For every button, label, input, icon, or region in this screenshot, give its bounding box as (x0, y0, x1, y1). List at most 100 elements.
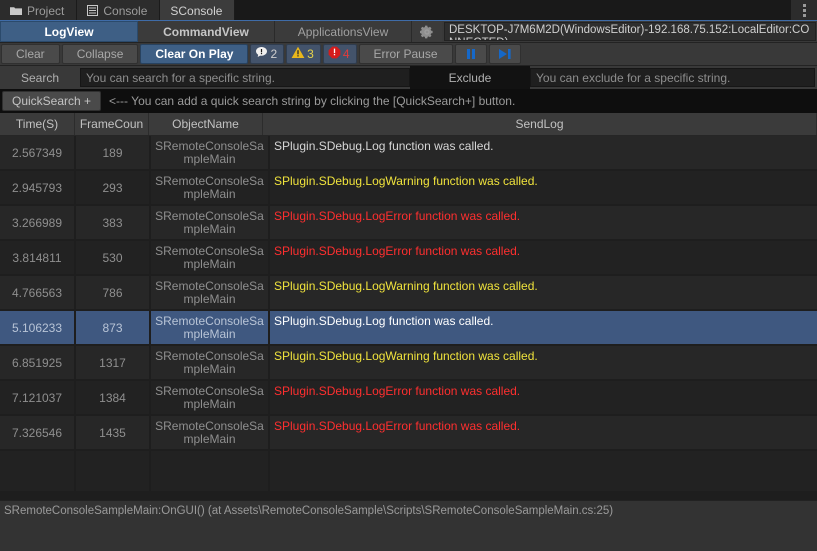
window-tab-project[interactable]: Project (0, 0, 77, 21)
window-tab-console[interactable]: Console (77, 0, 160, 21)
cell-object: SRemoteConsoleSampleMain (151, 241, 270, 276)
window-tab-label: Project (27, 4, 64, 18)
step-forward-icon (497, 48, 513, 60)
table-row[interactable]: 4.766563786SRemoteConsoleSampleMainSPlug… (0, 276, 817, 311)
window-tab-label: Console (103, 4, 147, 18)
cell-time: 6.851925 (0, 346, 76, 381)
warning-count: 3 (307, 47, 314, 61)
gear-icon[interactable] (412, 21, 442, 42)
log-count-badge[interactable]: 2 (250, 44, 284, 64)
table-row[interactable]: 5.106233873SRemoteConsoleSampleMainSPlug… (0, 311, 817, 346)
cell-frame: 786 (76, 276, 151, 311)
more-options-icon[interactable] (791, 0, 817, 21)
cell-time: 2.567349 (0, 136, 76, 171)
error-count-badge[interactable]: 4 (323, 44, 357, 64)
tab-logview[interactable]: LogView (0, 21, 138, 42)
cell-time: 4.766563 (0, 276, 76, 311)
log-toolbar: Clear Collapse Clear On Play 2 3 (0, 43, 817, 66)
active-tab-underline (0, 20, 817, 21)
cell-sendlog: SPlugin.SDebug.Log function was called. (270, 136, 817, 171)
column-header-frame[interactable]: FrameCoun (75, 113, 149, 135)
cell-frame: 383 (76, 206, 151, 241)
window-tab-bar: Project Console SConsole (0, 0, 817, 21)
cell-frame: 530 (76, 241, 151, 276)
table-row[interactable]: 3.266989383SRemoteConsoleSampleMainSPlug… (0, 206, 817, 241)
table-row[interactable]: 7.3265461435SRemoteConsoleSampleMainSPlu… (0, 416, 817, 451)
step-button[interactable] (489, 44, 521, 64)
log-bubble-icon (255, 46, 268, 62)
log-count: 2 (270, 47, 277, 61)
table-row[interactable] (0, 451, 817, 491)
list-icon (87, 5, 98, 16)
cell-object: SRemoteConsoleSampleMain (151, 346, 270, 381)
exclude-input[interactable]: You can exclude for a specific string. (530, 68, 815, 87)
tab-commandview[interactable]: CommandView (138, 21, 275, 42)
cell-frame: 1317 (76, 346, 151, 381)
tab-applicationsview[interactable]: ApplicationsView (275, 21, 412, 42)
cell-object: SRemoteConsoleSampleMain (151, 171, 270, 206)
log-table-header: Time(S) FrameCoun ObjectName SendLog (0, 113, 817, 136)
cell-time (0, 451, 76, 491)
cell-object: SRemoteConsoleSampleMain (151, 311, 270, 346)
cell-sendlog: SPlugin.SDebug.LogWarning function was c… (270, 276, 817, 311)
column-header-object[interactable]: ObjectName (149, 113, 263, 135)
pause-icon (464, 48, 478, 60)
cell-time: 7.121037 (0, 381, 76, 416)
cell-sendlog: SPlugin.SDebug.LogError function was cal… (270, 206, 817, 241)
cell-time: 7.326546 (0, 416, 76, 451)
cell-time: 2.945793 (0, 171, 76, 206)
cell-time: 3.266989 (0, 206, 76, 241)
cell-frame: 1384 (76, 381, 151, 416)
warning-triangle-icon (291, 46, 305, 62)
search-label[interactable]: Search (0, 66, 80, 89)
warning-count-badge[interactable]: 3 (286, 44, 321, 64)
table-row[interactable]: 3.814811530SRemoteConsoleSampleMainSPlug… (0, 241, 817, 276)
cell-sendlog: SPlugin.SDebug.LogError function was cal… (270, 381, 817, 416)
cell-object: SRemoteConsoleSampleMain (151, 381, 270, 416)
sconsole-window: Project Console SConsole LogView Command… (0, 0, 817, 551)
cell-object: SRemoteConsoleSampleMain (151, 416, 270, 451)
quicksearch-hint: <--- You can add a quick search string b… (109, 94, 515, 108)
connection-status-field[interactable]: DESKTOP-J7M6M2D(WindowsEditor)-192.168.7… (444, 22, 816, 41)
window-tab-label: SConsole (170, 4, 222, 18)
tab-label: CommandView (163, 25, 249, 39)
tab-label: ApplicationsView (298, 25, 389, 39)
cell-sendlog: SPlugin.SDebug.LogError function was cal… (270, 416, 817, 451)
clear-on-play-button[interactable]: Clear On Play (140, 44, 248, 64)
error-count: 4 (343, 47, 350, 61)
cell-object: SRemoteConsoleSampleMain (151, 206, 270, 241)
stacktrace-status-bar: SRemoteConsoleSampleMain:OnGUI() (at Ass… (0, 500, 817, 551)
column-header-sendlog[interactable]: SendLog (263, 113, 817, 135)
table-row[interactable]: 6.8519251317SRemoteConsoleSampleMainSPlu… (0, 346, 817, 381)
search-input[interactable]: You can search for a specific string. (80, 68, 410, 87)
folder-icon (10, 6, 22, 16)
cell-frame: 873 (76, 311, 151, 346)
cell-object (151, 451, 270, 491)
table-row[interactable]: 7.1210371384SRemoteConsoleSampleMainSPlu… (0, 381, 817, 416)
table-row[interactable]: 2.567349189SRemoteConsoleSampleMainSPlug… (0, 136, 817, 171)
cell-frame: 1435 (76, 416, 151, 451)
clear-button[interactable]: Clear (1, 44, 60, 64)
cell-object: SRemoteConsoleSampleMain (151, 136, 270, 171)
cell-sendlog: SPlugin.SDebug.LogWarning function was c… (270, 171, 817, 206)
cell-sendlog: SPlugin.SDebug.LogError function was cal… (270, 241, 817, 276)
error-octagon-icon (328, 46, 341, 62)
cell-frame (76, 451, 151, 491)
column-header-time[interactable]: Time(S) (0, 113, 75, 135)
cell-frame: 189 (76, 136, 151, 171)
log-table-body[interactable]: 2.567349189SRemoteConsoleSampleMainSPlug… (0, 136, 817, 500)
cell-sendlog: SPlugin.SDebug.LogWarning function was c… (270, 346, 817, 381)
quicksearch-add-button[interactable]: QuickSearch + (2, 91, 101, 111)
window-tab-sconsole[interactable]: SConsole (160, 0, 235, 21)
table-row[interactable]: 2.945793293SRemoteConsoleSampleMainSPlug… (0, 171, 817, 206)
exclude-label[interactable]: Exclude (410, 66, 530, 89)
error-pause-button[interactable]: Error Pause (359, 44, 453, 64)
cell-object: SRemoteConsoleSampleMain (151, 276, 270, 311)
search-bar: Search You can search for a specific str… (0, 66, 817, 89)
cell-sendlog (270, 451, 817, 491)
collapse-button[interactable]: Collapse (62, 44, 139, 64)
tab-label: LogView (44, 25, 93, 39)
quicksearch-bar: QuickSearch + <--- You can add a quick s… (0, 89, 817, 113)
pause-button[interactable] (455, 44, 487, 64)
cell-time: 5.106233 (0, 311, 76, 346)
